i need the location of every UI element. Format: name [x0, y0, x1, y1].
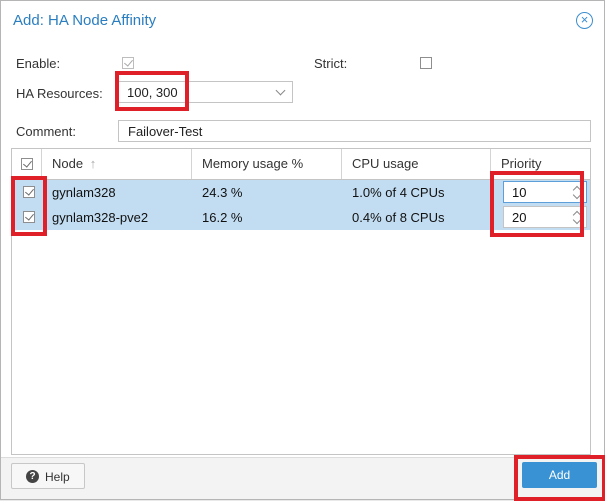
- cpu-usage: 1.0% of 4 CPUs: [352, 185, 445, 200]
- ha-node-affinity-dialog: Add: HA Node Affinity × Enable: Strict: …: [0, 0, 605, 501]
- comment-input[interactable]: Failover-Test: [118, 120, 591, 142]
- column-label-node: Node: [52, 156, 84, 171]
- add-button[interactable]: Add: [522, 462, 597, 488]
- dialog-footer: ? Help Add: [1, 457, 604, 499]
- select-all-checkbox[interactable]: [21, 158, 33, 170]
- table-row[interactable]: gynlam328 24.3 % 1.0% of 4 CPUs 10: [12, 180, 590, 205]
- spin-down-icon[interactable]: [572, 215, 582, 225]
- close-icon[interactable]: ×: [576, 12, 593, 29]
- column-label-priority: Priority: [501, 156, 542, 171]
- column-label-memory: Memory usage %: [202, 156, 304, 171]
- enable-label: Enable:: [16, 56, 61, 71]
- select-all-header: [12, 149, 42, 179]
- comment-value: Failover-Test: [128, 124, 203, 139]
- column-header-cpu[interactable]: CPU usage: [342, 149, 491, 179]
- comment-label: Comment:: [16, 124, 76, 139]
- cpu-usage: 0.4% of 8 CPUs: [352, 210, 445, 225]
- node-name: gynlam328-pve2: [52, 210, 149, 225]
- priority-value: 10: [512, 185, 527, 200]
- row-checkbox[interactable]: [23, 211, 35, 223]
- help-button[interactable]: ? Help: [11, 463, 85, 489]
- column-label-cpu: CPU usage: [352, 156, 419, 171]
- memory-usage: 16.2 %: [202, 210, 243, 225]
- strict-label: Strict:: [314, 56, 348, 71]
- column-header-memory[interactable]: Memory usage %: [192, 149, 342, 179]
- priority-spinner[interactable]: 10: [503, 181, 587, 203]
- priority-spinner[interactable]: 20: [503, 206, 587, 228]
- question-circle-icon: ?: [26, 470, 39, 483]
- priority-value: 20: [512, 210, 527, 225]
- dialog-title: Add: HA Node Affinity: [13, 12, 157, 29]
- chevron-down-icon[interactable]: [275, 85, 286, 96]
- sort-ascending-icon: ↑: [89, 156, 97, 171]
- table-row[interactable]: gynlam328-pve2 16.2 % 0.4% of 8 CPUs 20: [12, 205, 590, 230]
- ha-resources-label: HA Resources:: [16, 86, 103, 101]
- node-grid: Node ↑ Memory usage % CPU usage Priority…: [11, 148, 591, 455]
- strict-checkbox[interactable]: [420, 57, 432, 69]
- column-header-priority[interactable]: Priority: [491, 149, 590, 179]
- column-header-node[interactable]: Node ↑: [42, 149, 192, 179]
- spin-down-icon[interactable]: [572, 190, 582, 200]
- help-button-label: Help: [45, 470, 70, 484]
- ha-resources-combobox[interactable]: 100, 300: [116, 81, 293, 103]
- memory-usage: 24.3 %: [202, 185, 243, 200]
- enable-checkbox[interactable]: [122, 57, 134, 69]
- row-checkbox[interactable]: [23, 186, 35, 198]
- ha-resources-value: 100, 300: [127, 85, 178, 100]
- grid-header: Node ↑ Memory usage % CPU usage Priority: [12, 149, 590, 180]
- node-name: gynlam328: [52, 185, 116, 200]
- dialog-titlebar: Add: HA Node Affinity ×: [1, 1, 604, 41]
